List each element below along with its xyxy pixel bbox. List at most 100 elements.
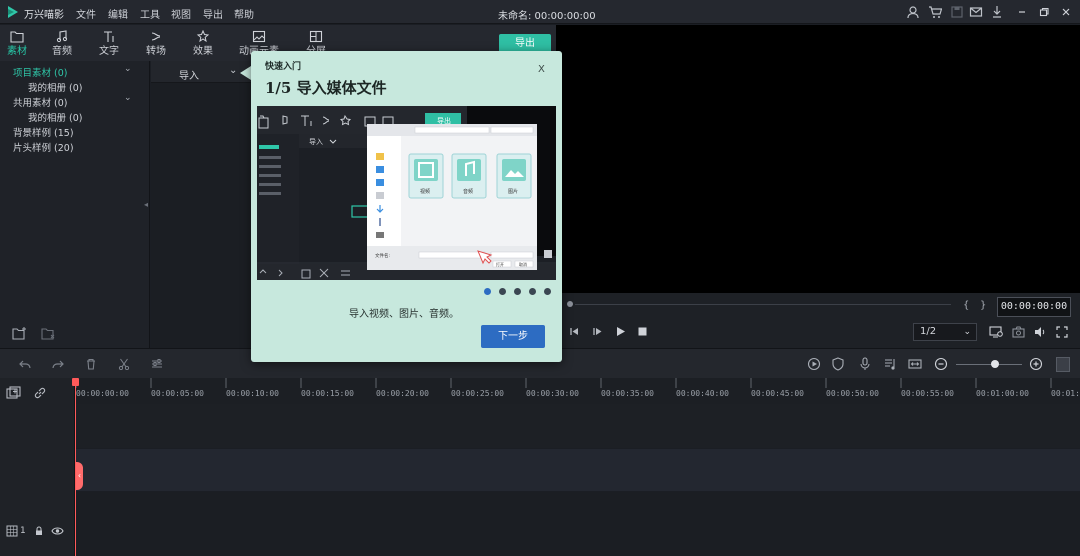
next-step-button[interactable]: 下一步 (481, 325, 545, 348)
zoom-out-icon[interactable] (934, 357, 948, 371)
tab-audio-label: 音频 (52, 46, 72, 57)
download-icon[interactable] (990, 5, 1004, 19)
zoom-ratio-select[interactable]: 1/2 ⌄ (913, 323, 977, 341)
tick-label: 00:00:50:00 (826, 389, 879, 398)
tab-text[interactable]: 文字 (85, 28, 133, 60)
zoom-slider-track[interactable] (956, 364, 1022, 365)
step-dot-2[interactable] (499, 288, 506, 295)
new-folder-icon[interactable] (12, 327, 27, 340)
tab-media-label: 素材 (7, 46, 27, 57)
mini-import-label: 导入 (309, 138, 323, 146)
mark-out-icon[interactable]: } (980, 300, 986, 311)
scissors-icon[interactable] (118, 358, 130, 370)
delete-folder-icon[interactable] (41, 327, 56, 340)
menu-help[interactable]: 帮助 (234, 6, 254, 21)
timeline-track-empty[interactable] (76, 404, 1080, 448)
dialog-pointer (240, 66, 251, 80)
cart-icon[interactable] (928, 5, 942, 19)
tree-intro-samples[interactable]: 片头样例 (20) (13, 140, 74, 154)
tab-transition[interactable]: 转场 (132, 28, 180, 60)
mail-icon[interactable] (969, 5, 983, 19)
stop-icon[interactable] (637, 326, 648, 337)
redo-icon[interactable] (52, 358, 64, 370)
tab-text-label: 文字 (99, 46, 119, 57)
tab-audio[interactable]: 音频 (38, 28, 86, 60)
dialog-description: 导入视频、图片、音频。 (349, 309, 459, 320)
timeline-settings-toggle[interactable] (1056, 357, 1070, 372)
tick-label: 00:01:05:00 (1051, 389, 1080, 398)
tab-effects-label: 效果 (193, 46, 213, 57)
tree-project-media[interactable]: 项目素材 (0) (13, 65, 67, 79)
tree-shared-media[interactable]: 共用素材 (0) (13, 95, 67, 109)
minimize-icon[interactable] (1015, 5, 1029, 19)
zoom-in-icon[interactable] (1029, 357, 1043, 371)
timeline-track-audio[interactable] (76, 492, 1080, 556)
step-dot-3[interactable] (514, 288, 521, 295)
step-dot-4[interactable] (529, 288, 536, 295)
tab-effects[interactable]: 效果 (179, 28, 227, 60)
tick-label: 00:00:05:00 (151, 389, 204, 398)
tab-transition-label: 转场 (146, 46, 166, 57)
play-icon[interactable] (615, 326, 626, 337)
preview-canvas (556, 25, 1080, 293)
tick-label: 00:00:20:00 (376, 389, 429, 398)
undo-icon[interactable] (19, 358, 31, 370)
link-icon[interactable] (33, 386, 47, 400)
collapse-arrow-icon[interactable]: ◂ (144, 200, 148, 209)
transition-icon (151, 32, 161, 41)
restore-icon[interactable] (1037, 5, 1051, 19)
import-chevron-icon[interactable]: ⌄ (229, 65, 237, 76)
step-dot-5[interactable] (544, 288, 551, 295)
chevron-down-icon[interactable]: ⌄ (124, 93, 132, 103)
chevron-down-icon[interactable]: ⌄ (124, 64, 132, 74)
prev-frame-icon[interactable] (569, 326, 580, 337)
scrubber-handle[interactable] (567, 301, 573, 307)
account-icon[interactable] (906, 5, 920, 19)
playhead-drag-tab[interactable]: ‹ (76, 462, 83, 490)
tab-media[interactable]: 素材 (0, 28, 41, 60)
play-reverse-icon[interactable] (592, 326, 603, 337)
mini-cancel-label: 取消 (519, 261, 527, 267)
fullscreen-icon[interactable] (1056, 326, 1068, 338)
scrubber-track[interactable] (575, 304, 951, 305)
tick-label: 00:00:15:00 (301, 389, 354, 398)
tree-my-album-2[interactable]: 我的相册 (0) (28, 110, 82, 124)
trash-icon[interactable] (85, 358, 97, 370)
split-screen-icon (309, 30, 323, 43)
tree-my-album-1[interactable]: 我的相册 (0) (28, 80, 82, 94)
menu-tools[interactable]: 工具 (140, 6, 160, 21)
menu-view[interactable]: 视图 (171, 6, 191, 21)
voiceover-mic-icon[interactable] (859, 357, 871, 371)
snapshot-camera-icon[interactable] (1012, 326, 1025, 338)
timeline-track-video[interactable] (76, 449, 1080, 491)
menu-file[interactable]: 文件 (76, 6, 96, 21)
render-preview-icon[interactable] (989, 326, 1003, 338)
fit-timeline-icon[interactable] (908, 357, 922, 371)
save-icon[interactable] (950, 5, 964, 19)
adjust-sliders-icon[interactable] (151, 358, 163, 370)
volume-icon[interactable] (1034, 326, 1047, 338)
chevron-down-icon: ⌄ (963, 327, 971, 337)
add-track-icon[interactable] (6, 386, 21, 400)
effects-icon (196, 30, 210, 43)
playhead-handle[interactable] (72, 378, 79, 386)
mark-in-icon[interactable]: { (963, 300, 969, 311)
tree-background-samples[interactable]: 背景样例 (15) (13, 125, 74, 139)
marker-shield-icon[interactable] (832, 357, 844, 371)
render-icon[interactable] (807, 357, 821, 371)
close-window-icon[interactable] (1059, 5, 1073, 19)
tutorial-screenshot: 导出 导入 视频 音频 图片 文件名: 打开 取消 (257, 106, 556, 280)
music-note-icon (56, 30, 68, 43)
eye-icon[interactable] (51, 526, 64, 536)
ruler-ticks (76, 378, 1052, 388)
audio-mixer-icon[interactable] (883, 357, 897, 371)
menu-export[interactable]: 导出 (203, 6, 223, 21)
menu-edit[interactable]: 编辑 (108, 6, 128, 21)
lock-icon[interactable] (34, 526, 44, 536)
zoom-slider-handle[interactable] (991, 360, 999, 368)
tick-label: 00:00:35:00 (601, 389, 654, 398)
import-button[interactable]: 导入 (179, 67, 199, 82)
dialog-close-button[interactable]: X (538, 64, 545, 75)
step-dot-1[interactable] (484, 288, 491, 295)
mini-export-label: 导出 (437, 116, 451, 125)
